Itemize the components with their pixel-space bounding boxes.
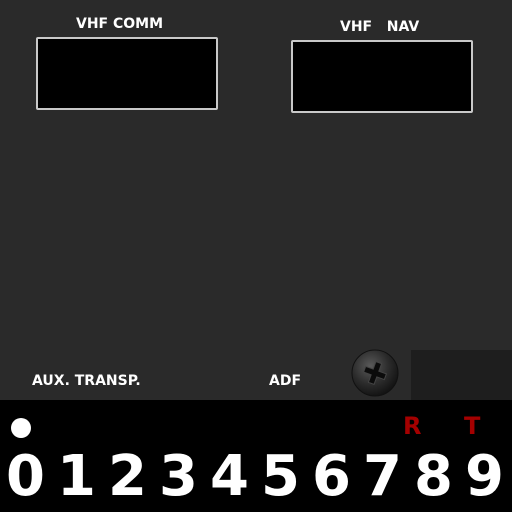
vhf-nav-display bbox=[291, 40, 473, 113]
digit-0: 0 bbox=[6, 444, 45, 509]
aux-transp-label: AUX. TRANSP. bbox=[32, 373, 141, 389]
adf-label: ADF bbox=[269, 373, 302, 389]
vhf-comm-display bbox=[36, 37, 218, 110]
screw-icon bbox=[351, 349, 399, 397]
letter-t: T bbox=[464, 412, 481, 440]
instrument-texture: VHF COMM VHF NAV AUX. TRANSP. ADF R T 0 … bbox=[0, 0, 512, 512]
vhf-nav-label: VHF NAV bbox=[340, 19, 420, 35]
radio-panel: VHF COMM VHF NAV AUX. TRANSP. ADF bbox=[0, 0, 512, 400]
vhf-comm-label: VHF COMM bbox=[76, 16, 164, 32]
digit-9: 9 bbox=[465, 444, 504, 509]
panel-side-block bbox=[411, 350, 512, 400]
digit-3: 3 bbox=[159, 444, 198, 509]
digit-1: 1 bbox=[57, 444, 96, 509]
dot-icon bbox=[11, 418, 31, 438]
letter-r: R bbox=[403, 412, 422, 440]
digit-2: 2 bbox=[108, 444, 147, 509]
digit-5: 5 bbox=[261, 444, 300, 509]
digit-7: 7 bbox=[363, 444, 402, 509]
digit-4: 4 bbox=[210, 444, 249, 509]
digit-8: 8 bbox=[414, 444, 453, 509]
digit-6: 6 bbox=[312, 444, 351, 509]
